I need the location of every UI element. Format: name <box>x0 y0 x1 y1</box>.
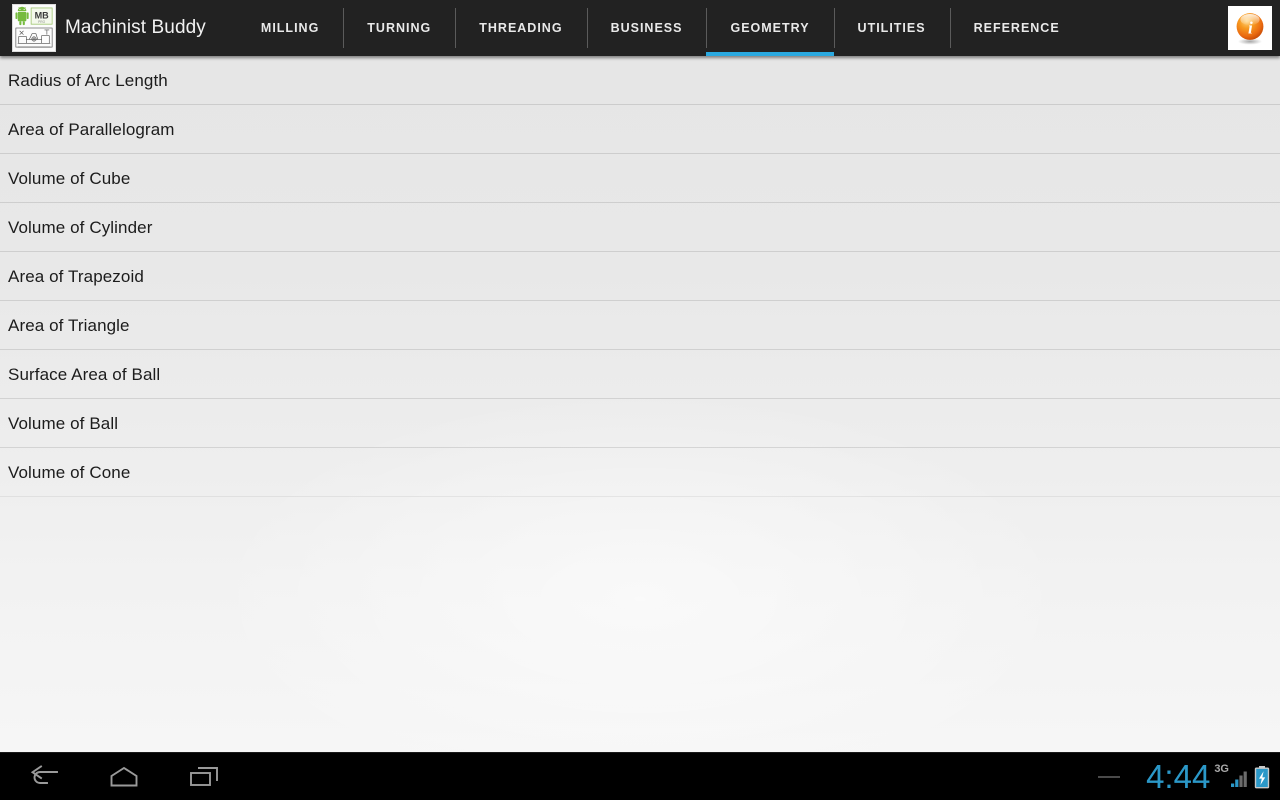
svg-text:i: i <box>1248 19 1253 38</box>
list-item-label: Area of Trapezoid <box>8 266 144 286</box>
tab-label: UTILITIES <box>857 21 926 35</box>
nav-back-button[interactable] <box>4 753 84 800</box>
nav-home-button[interactable] <box>84 753 164 800</box>
tab-label: THREADING <box>479 21 563 35</box>
nav-recent-apps-button[interactable] <box>164 753 244 800</box>
info-button[interactable]: i <box>1228 6 1272 50</box>
list-item-label: Area of Triangle <box>8 315 130 335</box>
tab-geometry[interactable]: GEOMETRY <box>706 0 834 56</box>
home-icon <box>110 766 138 786</box>
recent-apps-icon <box>190 766 218 786</box>
tab-label: BUSINESS <box>610 21 683 35</box>
list-item-volume-of-cylinder[interactable]: Volume of Cylinder <box>0 203 1280 252</box>
tab-label: REFERENCE <box>973 21 1060 35</box>
list-item-label: Surface Area of Ball <box>8 364 161 384</box>
list-item-label: Area of Parallelogram <box>8 119 175 139</box>
content-area: Radius of Arc Length Area of Parallelogr… <box>0 56 1280 752</box>
list-item-area-of-parallelogram[interactable]: Area of Parallelogram <box>0 105 1280 154</box>
list-item-volume-of-cone[interactable]: Volume of Cone <box>0 448 1280 497</box>
network-type-label: 3G <box>1214 763 1229 775</box>
machinist-buddy-app-icon[interactable]: MB PRO <box>12 4 56 52</box>
list-item-label: Volume of Cone <box>8 462 131 482</box>
list-item-label: Radius of Arc Length <box>8 70 168 90</box>
tab-threading[interactable]: THREADING <box>455 0 586 56</box>
tab-label: GEOMETRY <box>730 21 810 35</box>
app-title: Machinist Buddy <box>65 17 206 38</box>
list-item-volume-of-cube[interactable]: Volume of Cube <box>0 154 1280 203</box>
list-item-radius-of-arc-length[interactable]: Radius of Arc Length <box>0 56 1280 105</box>
tab-turning[interactable]: TURNING <box>343 0 455 56</box>
status-clock: 4:44 <box>1146 757 1211 795</box>
tab-business[interactable]: BUSINESS <box>586 0 707 56</box>
battery-charging-icon <box>1254 766 1270 789</box>
system-navigation-bar: 4:44 3G <box>0 752 1280 800</box>
svg-text:PRO: PRO <box>38 20 45 24</box>
tab-label: TURNING <box>367 21 432 35</box>
back-icon <box>30 764 58 784</box>
list-item-surface-area-of-ball[interactable]: Surface Area of Ball <box>0 350 1280 399</box>
list-item-area-of-triangle[interactable]: Area of Triangle <box>0 301 1280 350</box>
list-item-label: Volume of Ball <box>8 413 119 433</box>
action-bar: MB PRO Machinist Buddy MILLING TURNING T… <box>0 0 1280 56</box>
android-tablet-screen: MB PRO Machinist Buddy MILLING TURNING T… <box>0 0 1280 800</box>
list-item-volume-of-ball[interactable]: Volume of Ball <box>0 399 1280 448</box>
notification-collapse-indicator <box>1098 776 1121 778</box>
tab-reference[interactable]: REFERENCE <box>949 0 1084 56</box>
list-item-label: Volume of Cube <box>8 168 131 188</box>
tab-utilities[interactable]: UTILITIES <box>833 0 950 56</box>
tab-milling[interactable]: MILLING <box>237 0 343 56</box>
list-item-label: Volume of Cylinder <box>8 217 153 237</box>
info-icon: i <box>1236 13 1264 45</box>
signal-bars-icon <box>1231 771 1247 787</box>
tab-label: MILLING <box>260 21 320 35</box>
tab-bar: MILLING TURNING THREADING BUSINESS GEOME… <box>237 0 1084 56</box>
list-item-area-of-trapezoid[interactable]: Area of Trapezoid <box>0 252 1280 301</box>
svg-text:MB: MB <box>35 10 50 20</box>
status-bar[interactable]: 4:44 3G <box>1098 753 1276 800</box>
geometry-calculator-list: Radius of Arc Length Area of Parallelogr… <box>0 56 1280 497</box>
